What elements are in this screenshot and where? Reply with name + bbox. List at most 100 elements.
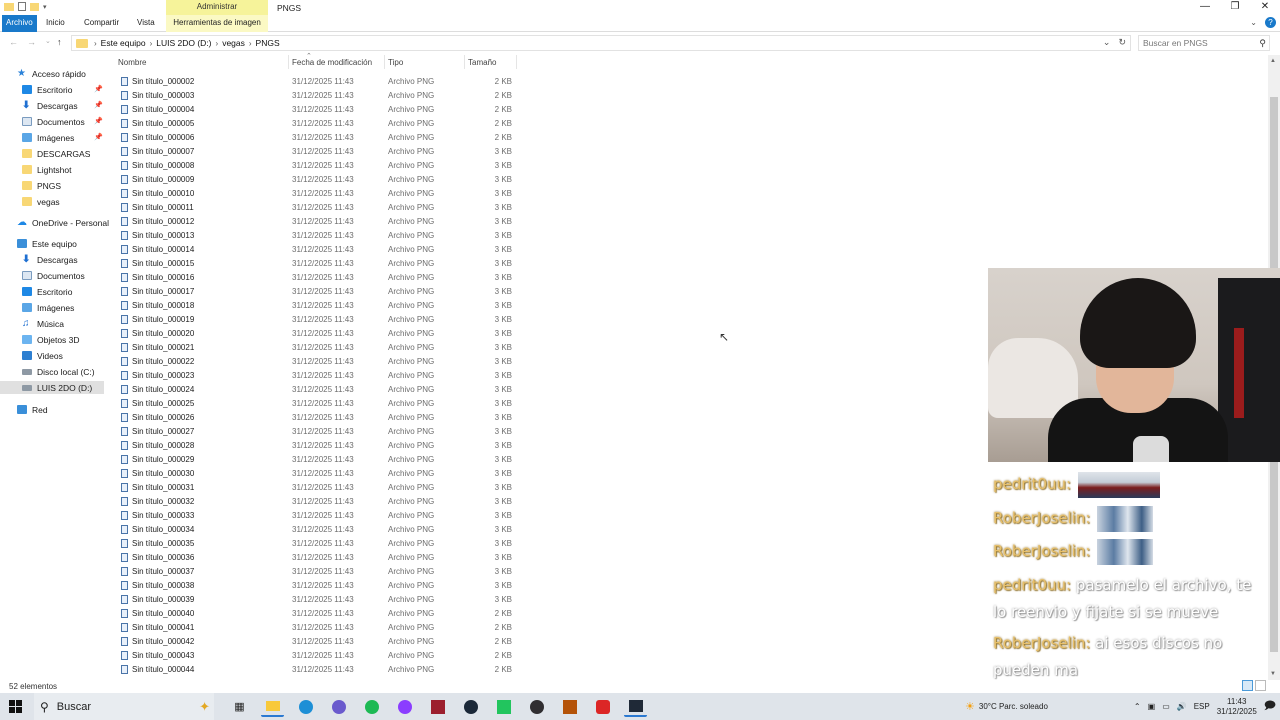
sidebar-item-disco-local[interactable]: Disco local (C:) [22, 365, 95, 378]
file-row[interactable]: Sin título_000024 31/12/2025 11:43 Archivo… [108, 382, 528, 396]
sidebar-item-onedrive[interactable]: ☁ OneDrive - Personal [17, 216, 109, 229]
search-icon[interactable]: ⚲ [1259, 36, 1266, 51]
red-app-icon[interactable] [591, 696, 614, 717]
file-row[interactable]: Sin título_000002 31/12/2025 11:43 Archivo… [108, 74, 528, 88]
chevron-right-icon[interactable]: › [216, 39, 219, 48]
pin-icon[interactable]: 📌 [94, 133, 103, 141]
properties-icon[interactable] [18, 2, 26, 11]
file-row[interactable]: Sin título_000039 31/12/2025 11:43 Archivo… [108, 592, 528, 606]
pin-icon[interactable]: 📌 [94, 85, 103, 93]
file-row[interactable]: Sin título_000004 31/12/2025 11:43 Archivo… [108, 102, 528, 116]
tab-compartir[interactable]: Compartir [80, 15, 123, 32]
column-divider[interactable] [464, 55, 465, 69]
language-indicator[interactable]: ESP [1194, 702, 1210, 711]
column-header-fecha[interactable]: Fecha de modificación [292, 58, 372, 67]
file-row[interactable]: Sin título_000019 31/12/2025 11:43 Archivo… [108, 312, 528, 326]
sidebar-item-luis-2do[interactable]: LUIS 2DO (D:) [0, 381, 104, 394]
column-header-nombre[interactable]: Nombre [118, 58, 146, 67]
pin-icon[interactable]: 📌 [94, 117, 103, 125]
obs-icon[interactable] [525, 696, 548, 717]
sidebar-item-documentos[interactable]: Documentos [22, 115, 85, 128]
pin-icon[interactable]: 📌 [94, 101, 103, 109]
column-header-tamano[interactable]: Tamaño [468, 58, 496, 67]
file-row[interactable]: Sin título_000013 31/12/2025 11:43 Archivo… [108, 228, 528, 242]
file-row[interactable]: Sin título_000042 31/12/2025 11:43 Archivo… [108, 634, 528, 648]
address-bar[interactable]: › Este equipo › LUIS 2DO (D:) › vegas › … [71, 35, 1131, 51]
sidebar-item-escritorio[interactable]: Escritorio [22, 83, 72, 96]
hidden-icons-chevron-icon[interactable]: ⌃ [1134, 702, 1141, 711]
recent-locations-icon[interactable]: ⌄ [45, 37, 51, 45]
file-row[interactable]: Sin título_000015 31/12/2025 11:43 Archivo… [108, 256, 528, 270]
refresh-icon[interactable]: ↻ [1118, 37, 1126, 48]
file-row[interactable]: Sin título_000041 31/12/2025 11:43 Archivo… [108, 620, 528, 634]
volume-icon[interactable]: 🔊 [1177, 702, 1187, 711]
sidebar-item-lightshot[interactable]: Lightshot [22, 163, 72, 176]
weather-text[interactable]: 30°C Parc. soleado [979, 702, 1048, 711]
edge-icon[interactable] [294, 696, 317, 717]
taskbar-search[interactable]: ⚲ Buscar ✦ [34, 693, 214, 720]
sidebar-item-imagenes[interactable]: Imágenes [22, 131, 74, 144]
scroll-up-icon[interactable]: ▲ [1270, 58, 1276, 64]
file-row[interactable]: Sin título_000037 31/12/2025 11:43 Archivo… [108, 564, 528, 578]
sidebar-item-vegas[interactable]: vegas [22, 195, 60, 208]
up-arrow-icon[interactable]: ↑ [57, 37, 62, 47]
file-row[interactable]: Sin título_000031 31/12/2025 11:43 Archivo… [108, 480, 528, 494]
file-row[interactable]: Sin título_000003 31/12/2025 11:43 Archivo… [108, 88, 528, 102]
file-row[interactable]: Sin título_000027 31/12/2025 11:43 Archivo… [108, 424, 528, 438]
file-row[interactable]: Sin título_000035 31/12/2025 11:43 Archivo… [108, 536, 528, 550]
chevron-right-icon[interactable]: › [94, 39, 97, 48]
file-row[interactable]: Sin título_000009 31/12/2025 11:43 Archivo… [108, 172, 528, 186]
start-button[interactable] [9, 700, 22, 713]
tab-archivo[interactable]: Archivo [2, 15, 37, 32]
sidebar-item-red[interactable]: Red [17, 403, 48, 416]
steam-icon[interactable] [459, 696, 482, 717]
breadcrumb-vegas[interactable]: vegas [222, 38, 245, 48]
sidebar-item-videos[interactable]: Videos [22, 349, 63, 362]
vegas-app-icon[interactable] [624, 696, 647, 717]
column-divider[interactable] [288, 55, 289, 69]
file-row[interactable]: Sin título_000036 31/12/2025 11:43 Archivo… [108, 550, 528, 564]
tab-herramientas-de-imagen[interactable]: Herramientas de imagen [166, 15, 268, 32]
breadcrumb-pngs[interactable]: PNGS [256, 38, 280, 48]
game-app-icon[interactable] [558, 696, 581, 717]
maximize-button[interactable]: ❐ [1220, 0, 1250, 15]
file-row[interactable]: Sin título_000020 31/12/2025 11:43 Archivo… [108, 326, 528, 340]
chevron-down-icon[interactable]: ▾ [43, 3, 47, 11]
clock[interactable]: 11:43 31/12/2025 [1217, 697, 1257, 717]
file-row[interactable]: Sin título_000033 31/12/2025 11:43 Archivo… [108, 508, 528, 522]
tab-vista[interactable]: Vista [133, 15, 159, 32]
file-row[interactable]: Sin título_000034 31/12/2025 11:43 Archivo… [108, 522, 528, 536]
file-row[interactable]: Sin título_000040 31/12/2025 11:43 Archivo… [108, 606, 528, 620]
file-row[interactable]: Sin título_000029 31/12/2025 11:43 Archivo… [108, 452, 528, 466]
column-divider[interactable] [384, 55, 385, 69]
file-row[interactable]: Sin título_000023 31/12/2025 11:43 Archivo… [108, 368, 528, 382]
canva-icon[interactable] [393, 696, 416, 717]
file-row[interactable]: Sin título_000030 31/12/2025 11:43 Archivo… [108, 466, 528, 480]
file-row[interactable]: Sin título_000008 31/12/2025 11:43 Archivo… [108, 158, 528, 172]
file-row[interactable]: Sin título_000021 31/12/2025 11:43 Archivo… [108, 340, 528, 354]
breadcrumb-drive[interactable]: LUIS 2DO (D:) [156, 38, 211, 48]
weather-icon[interactable]: ☀ [965, 700, 975, 713]
winrar-icon[interactable] [426, 696, 449, 717]
file-explorer-icon[interactable] [261, 696, 284, 717]
sidebar-item-descargas-folder[interactable]: DESCARGAS [22, 147, 90, 160]
file-row[interactable]: Sin título_000018 31/12/2025 11:43 Archivo… [108, 298, 528, 312]
file-row[interactable]: Sin título_000044 31/12/2025 11:43 Archivo… [108, 662, 528, 676]
file-row[interactable]: Sin título_000010 31/12/2025 11:43 Archivo… [108, 186, 528, 200]
sidebar-item-pc-documentos[interactable]: Documentos [22, 269, 85, 282]
sidebar-item-musica[interactable]: ♫ Música [22, 317, 64, 330]
breadcrumb-este-equipo[interactable]: Este equipo [101, 38, 146, 48]
column-divider[interactable] [516, 55, 517, 69]
chevron-down-icon[interactable]: ⌄ [1250, 18, 1257, 27]
file-row[interactable]: Sin título_000026 31/12/2025 11:43 Archivo… [108, 410, 528, 424]
sidebar-item-objetos-3d[interactable]: Objetos 3D [22, 333, 80, 346]
sidebar-item-pngs[interactable]: PNGS [22, 179, 61, 192]
file-row[interactable]: Sin título_000043 31/12/2025 11:43 Archivo… [108, 648, 528, 662]
file-row[interactable]: Sin título_000005 31/12/2025 11:43 Archivo… [108, 116, 528, 130]
file-row[interactable]: Sin título_000006 31/12/2025 11:43 Archivo… [108, 130, 528, 144]
help-icon[interactable]: ? [1265, 17, 1276, 28]
file-row[interactable]: Sin título_000007 31/12/2025 11:43 Archivo… [108, 144, 528, 158]
forward-arrow-icon[interactable]: → [27, 37, 36, 47]
file-row[interactable]: Sin título_000038 31/12/2025 11:43 Archivo… [108, 578, 528, 592]
chevron-down-icon[interactable]: ⌄ [1103, 37, 1111, 48]
